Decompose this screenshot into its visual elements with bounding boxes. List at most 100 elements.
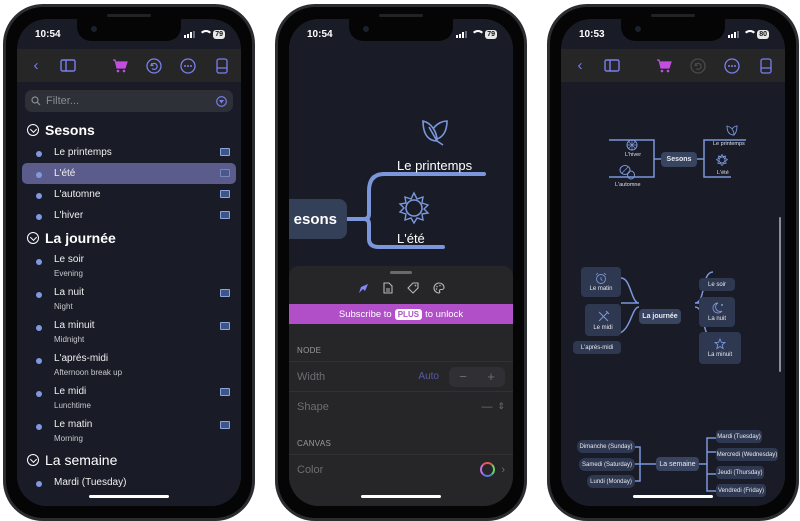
root-node[interactable]: esons xyxy=(289,199,347,239)
home-indicator[interactable] xyxy=(361,495,441,498)
node-jeudi[interactable]: Jeudi (Thursday) xyxy=(716,466,764,479)
list-item[interactable]: L'hiver xyxy=(22,205,236,226)
bullet-icon xyxy=(36,151,42,157)
width-stepper[interactable]: − + xyxy=(449,366,505,387)
device-icon[interactable] xyxy=(755,55,777,77)
collapse-chevron-icon[interactable] xyxy=(27,232,39,244)
sidebar-icon[interactable] xyxy=(601,55,623,77)
toolbar: ‹ xyxy=(17,49,241,82)
list-item[interactable]: Le midi Lunchtime xyxy=(22,382,236,415)
back-icon[interactable]: ‹ xyxy=(25,55,47,77)
color-swatch-icon[interactable] xyxy=(480,462,496,477)
section-la-semaine[interactable]: La semaine xyxy=(17,448,241,472)
undo-icon[interactable] xyxy=(143,55,165,77)
screen: 10:54 79 esons Le printemps L'été Subscr… xyxy=(289,19,513,506)
palette-icon[interactable] xyxy=(433,282,445,297)
bullet-icon xyxy=(36,424,42,430)
list-item[interactable]: L'automne xyxy=(22,184,236,205)
status-icons: 80 xyxy=(728,29,769,39)
node-label-printemps[interactable]: Le printemps xyxy=(713,141,745,147)
more-icon[interactable] xyxy=(721,55,743,77)
speaker xyxy=(651,14,695,17)
list-item[interactable]: L'aprés-midi Afternoon break up xyxy=(22,349,236,382)
image-icon xyxy=(220,169,230,177)
node-label-hiver[interactable]: L'hiver xyxy=(625,152,641,158)
mindmap-canvas[interactable]: esons Le printemps L'été xyxy=(289,19,513,279)
style-icon[interactable] xyxy=(357,282,369,297)
updown-chevron-icon[interactable]: ⇕ xyxy=(497,401,505,412)
node-section-header: NODE xyxy=(297,346,322,355)
sun-icon xyxy=(716,154,728,166)
image-icon xyxy=(220,322,230,330)
node-label-ete[interactable]: L'été xyxy=(397,231,425,246)
section-la-journee[interactable]: La journée xyxy=(17,226,241,250)
tag-icon[interactable] xyxy=(407,282,419,297)
phone-mindmap-overview: 10:53 80 ‹ L'hiver L'automne Sesons Le p… xyxy=(547,4,799,521)
home-indicator[interactable] xyxy=(89,495,169,498)
node-dimanche[interactable]: Dimanche (Sunday) xyxy=(577,440,635,453)
collapse-chevron-icon[interactable] xyxy=(27,454,39,466)
bullet-icon xyxy=(36,259,42,265)
width-row: Width Auto − + xyxy=(289,361,513,391)
bullet-icon xyxy=(36,214,42,220)
node-label: La minuit xyxy=(707,352,733,358)
root-node-journee[interactable]: La journée xyxy=(639,309,681,324)
node-lundi[interactable]: Lundi (Monday) xyxy=(587,475,635,488)
node-la-nuit[interactable]: La nuit xyxy=(699,297,735,327)
root-node-sesons[interactable]: Sesons xyxy=(661,152,697,167)
node-le-midi[interactable]: Le midi xyxy=(585,304,621,336)
node-label-ete[interactable]: L'été xyxy=(717,170,729,176)
item-label: Le soir xyxy=(54,254,85,265)
home-indicator[interactable] xyxy=(633,495,713,498)
section-sesons[interactable]: Sesons xyxy=(17,118,241,142)
node-mercredi[interactable]: Mercredi (Wednesday) xyxy=(716,448,778,461)
back-icon[interactable]: ‹ xyxy=(569,55,591,77)
list-item[interactable]: Mardi (Tuesday) xyxy=(22,472,236,493)
node-le-matin[interactable]: Le matin xyxy=(581,267,621,297)
node-label-printemps[interactable]: Le printemps xyxy=(397,158,472,173)
root-node-semaine[interactable]: La semaine xyxy=(656,457,699,471)
toolbar: ‹ xyxy=(561,49,785,82)
collapse-chevron-icon[interactable] xyxy=(27,124,39,136)
device-icon[interactable] xyxy=(211,55,233,77)
item-label: Mardi (Tuesday) xyxy=(54,477,127,488)
document-icon[interactable] xyxy=(383,282,393,297)
item-subtitle: Morning xyxy=(54,434,83,443)
list-item[interactable]: Le matin Morning xyxy=(22,415,236,448)
node-la-minuit[interactable]: La minuit xyxy=(699,332,741,364)
notch xyxy=(77,19,181,41)
battery-icon: 79 xyxy=(485,29,497,39)
banner-suffix: to unlock xyxy=(425,308,464,320)
subscribe-banner[interactable]: Subscribe to PLUS to unlock xyxy=(289,304,513,324)
color-row[interactable]: Color › xyxy=(289,454,513,484)
sidebar-icon[interactable] xyxy=(57,55,79,77)
decrement-button[interactable]: − xyxy=(459,369,467,384)
camera xyxy=(91,26,97,32)
mindmap-canvas[interactable]: L'hiver L'automne Sesons Le printemps L'… xyxy=(561,82,785,506)
bullet-icon xyxy=(36,172,42,178)
more-icon[interactable] xyxy=(177,55,199,77)
list-item[interactable]: Le soir Evening xyxy=(22,250,236,283)
filter-input[interactable]: Filter... xyxy=(25,90,233,112)
increment-button[interactable]: + xyxy=(487,369,495,384)
node-apres-midi[interactable]: L'aprés-midi xyxy=(573,341,621,354)
list-item[interactable]: Le printemps xyxy=(22,142,236,163)
list-item[interactable]: La minuit Midnight xyxy=(22,316,236,349)
node-label-automne[interactable]: L'automne xyxy=(615,182,641,188)
filter-options-icon[interactable] xyxy=(216,95,227,107)
cart-icon[interactable] xyxy=(653,55,675,77)
list-item[interactable]: La nuit Night xyxy=(22,283,236,316)
screen: 10:53 80 ‹ L'hiver L'automne Sesons Le p… xyxy=(561,19,785,506)
list-item-selected[interactable]: L'été xyxy=(22,163,236,184)
vertical-scrollbar[interactable] xyxy=(779,217,781,372)
item-label: L'automne xyxy=(54,189,101,200)
node-vendredi[interactable]: Vendredi (Friday) xyxy=(716,484,766,497)
image-icon xyxy=(220,388,230,396)
sheet-grabber[interactable] xyxy=(390,271,412,274)
node-samedi[interactable]: Samedi (Saturday) xyxy=(579,458,635,471)
shape-row[interactable]: Shape — ⇕ xyxy=(289,391,513,421)
node-mardi[interactable]: Mardi (Tuesday) xyxy=(716,430,762,443)
node-le-soir[interactable]: Le soir xyxy=(699,278,735,291)
cart-icon[interactable] xyxy=(109,55,131,77)
leaf-icon xyxy=(726,125,738,136)
